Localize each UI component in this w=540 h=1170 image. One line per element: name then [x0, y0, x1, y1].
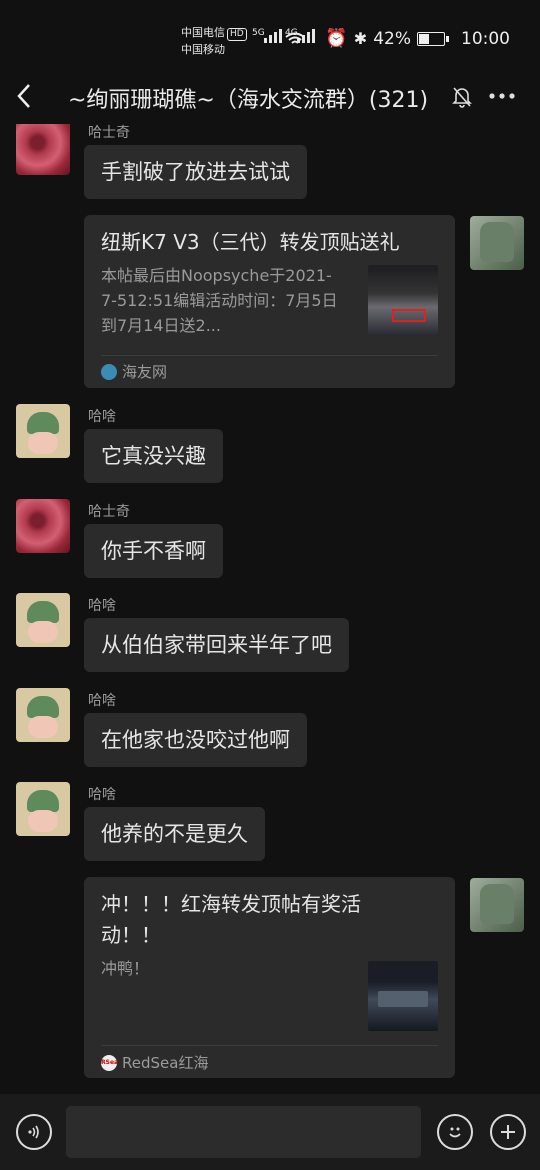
- sender-name: 哈啥: [88, 787, 116, 803]
- voice-icon[interactable]: [16, 1114, 52, 1150]
- card-title: 纽斯K7 V3（三代）转发顶贴送礼: [101, 230, 400, 254]
- clock: 10:00: [461, 28, 510, 49]
- network-type-1: 5G: [252, 28, 265, 38]
- message-bubble[interactable]: 从伯伯家带回来半年了吧: [84, 618, 349, 672]
- source-name: RedSea红海: [122, 1054, 209, 1072]
- link-card[interactable]: 冲！！！红海转发顶帖有奖活动！！ 冲鸭！ RSea RedSea红海: [84, 877, 455, 1078]
- avatar[interactable]: [16, 404, 70, 458]
- card-source: RSea RedSea红海: [101, 1052, 208, 1073]
- wifi-icon: [285, 32, 305, 44]
- hd-badge: HD: [227, 28, 247, 41]
- message-list[interactable]: 哈士奇 手割破了放进去试试 纽斯K7 V3（三代）转发顶贴送礼 本帖最后由Noo…: [0, 124, 540, 1094]
- card-thumbnail: [368, 961, 438, 1031]
- chat-header: ~绚丽珊瑚礁~（海水交流群）(321): [0, 80, 540, 124]
- battery-icon: [417, 31, 449, 46]
- alarm-icon: ⏰: [325, 28, 348, 49]
- message-bubble[interactable]: 在他家也没咬过他啊: [84, 713, 307, 767]
- more-icon[interactable]: [488, 74, 516, 107]
- sender-name: 哈啥: [88, 693, 116, 709]
- avatar[interactable]: [16, 499, 70, 553]
- sender-name: 哈啥: [88, 409, 116, 425]
- link-card[interactable]: 纽斯K7 V3（三代）转发顶贴送礼 本帖最后由Noopsyche于2021-7-…: [84, 215, 455, 388]
- chevron-left-icon[interactable]: [16, 82, 32, 116]
- card-title: 冲！！！红海转发顶帖有奖活动！！: [101, 892, 361, 947]
- plus-icon[interactable]: [490, 1114, 526, 1150]
- status-bar: 中国电信 HD 中国移动 5G 4G ⏰ ✱ 42% 10:00: [0, 0, 540, 80]
- card-thumbnail: [368, 265, 438, 335]
- battery-percent: 42%: [373, 28, 411, 49]
- source-name: 海友网: [122, 363, 168, 381]
- message-bubble[interactable]: 你手不香啊: [84, 524, 223, 578]
- input-bar: [0, 1094, 540, 1170]
- message-bubble[interactable]: 它真没兴趣: [84, 429, 223, 483]
- source-logo-icon: RSea: [101, 1054, 118, 1071]
- avatar[interactable]: [470, 878, 524, 932]
- bluetooth-icon: ✱: [353, 29, 368, 48]
- message-bubble[interactable]: 手割破了放进去试试: [84, 145, 307, 199]
- avatar[interactable]: [470, 216, 524, 270]
- signal-icon: [264, 29, 282, 43]
- avatar[interactable]: [16, 124, 70, 175]
- message-input[interactable]: [66, 1106, 421, 1158]
- carrier-1: 中国电信: [181, 26, 225, 39]
- sender-name: 哈士奇: [88, 504, 130, 520]
- chat-title[interactable]: ~绚丽珊瑚礁~（海水交流群）(321): [68, 82, 428, 114]
- card-divider: [101, 1045, 438, 1046]
- source-logo-icon: [101, 363, 117, 380]
- emoji-icon[interactable]: [437, 1114, 473, 1150]
- bell-off-icon: [452, 86, 472, 113]
- sender-name: 哈士奇: [88, 125, 130, 141]
- card-description: 冲鸭！: [101, 959, 150, 978]
- sender-name: 哈啥: [88, 598, 116, 614]
- card-divider: [101, 355, 438, 356]
- avatar[interactable]: [16, 688, 70, 742]
- avatar[interactable]: [16, 593, 70, 647]
- avatar[interactable]: [16, 782, 70, 836]
- carrier-2: 中国移动: [181, 43, 225, 56]
- carrier-info: 中国电信 HD 中国移动: [181, 24, 247, 58]
- message-bubble[interactable]: 他养的不是更久: [84, 807, 265, 861]
- card-source: 海友网: [101, 361, 167, 382]
- card-description: 本帖最后由Noopsyche于2021-7-512:51编辑活动时间：7月5日到…: [101, 266, 338, 335]
